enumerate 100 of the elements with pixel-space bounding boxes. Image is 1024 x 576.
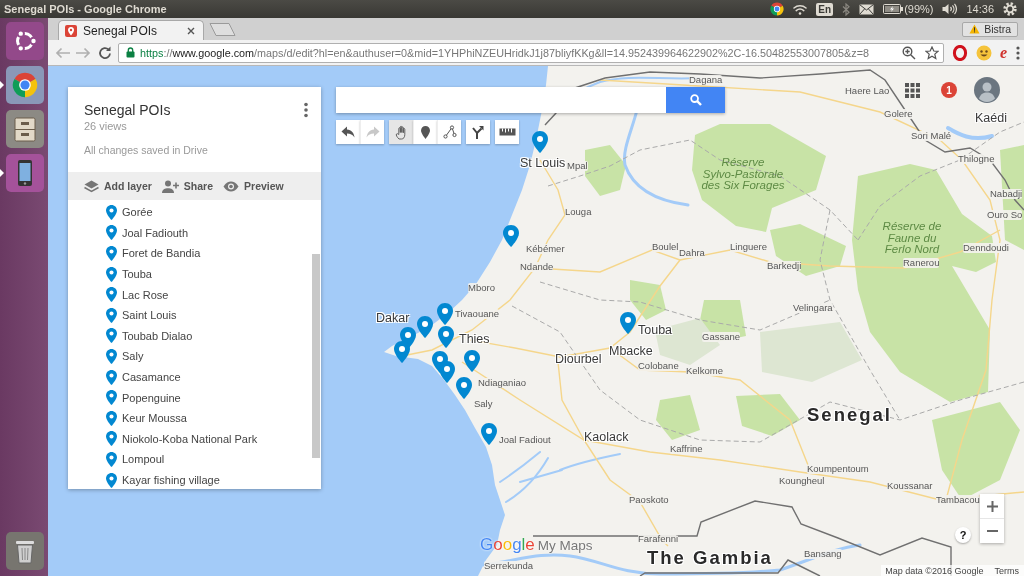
place-item[interactable]: Lac Rose [68,284,312,305]
envelope-icon[interactable] [859,3,875,15]
town-label: Golere [884,109,913,119]
terms-link[interactable]: Terms [994,565,1019,576]
view-count: 26 views [84,119,128,133]
map-pin-icon [106,266,117,282]
avatar-silhouette-icon[interactable] [974,77,1000,103]
town-label: Koungheul [779,476,825,486]
map-pin-icon [106,410,117,426]
reload-icon[interactable] [96,45,114,60]
place-item[interactable]: Popenguine [68,387,312,408]
marker-tool-button[interactable] [413,120,437,144]
more-options-icon[interactable] [303,102,309,118]
speaker-icon[interactable] [942,3,958,15]
map-pin-icon[interactable] [417,316,433,338]
place-item[interactable]: Toubab Dialao [68,325,312,347]
zoom-icon[interactable] [901,45,916,60]
bluetooth-icon[interactable] [842,2,851,16]
close-icon[interactable] [187,26,195,35]
share-button[interactable]: Share [161,179,214,193]
city-label: Dakar [376,311,410,325]
wifi-icon[interactable] [793,3,808,15]
apps-grid-icon[interactable] [905,82,920,98]
redo-icon [365,126,380,138]
map-pin-icon[interactable] [438,326,454,348]
map-pin-icon[interactable] [437,303,453,325]
place-item[interactable]: Saint Louis [68,304,312,326]
place-item[interactable]: Foret de Bandia [68,243,312,264]
town-label: Denndoudi [963,243,1009,253]
map-title[interactable]: Senegal POIs [84,101,171,119]
profile-button[interactable]: Bistra [962,21,1018,37]
preview-button[interactable]: Preview [223,180,284,192]
map-pin-icon[interactable] [464,350,480,372]
town-label: Tambacou [936,495,980,505]
place-item[interactable]: Niokolo-Koba National Park [68,428,312,450]
browser-logo-icon[interactable] [770,2,785,16]
map-pin-icon[interactable] [620,312,636,334]
search-field[interactable] [336,87,666,113]
hand-icon [394,124,408,140]
town-label: Dagana [689,75,723,85]
keyboard-layout-indicator[interactable]: En [816,2,834,16]
add-layer-button[interactable]: Add layer [84,179,152,193]
emoji-face-icon[interactable] [975,44,992,61]
map-pin-icon [106,204,117,220]
town-label: Ndiaganiao [478,378,527,388]
town-label: Kaffrine [670,444,703,454]
phone-icon[interactable] [6,154,44,192]
map-attribution: Map data ©2016 Google [885,565,984,576]
polyline-icon [442,125,457,139]
city-label: Kaolack [584,430,629,444]
hand-tool-button[interactable] [389,120,413,144]
star-icon[interactable] [924,45,939,60]
place-item[interactable]: Kayar fishing village [68,469,312,489]
map-pin-icon[interactable] [456,377,472,399]
town-label: Kelkome [686,366,723,376]
route-tool-button[interactable] [466,120,490,144]
place-item[interactable]: Keur Moussa [68,407,312,429]
zoom-out-button[interactable] [980,518,1004,543]
place-item[interactable]: Joal Fadiouth [68,222,312,244]
ring-logo-icon[interactable] [6,22,44,60]
trash-icon[interactable] [6,532,44,570]
town-label: Joal Fadiout [499,435,551,445]
town-label: Colobane [638,361,679,371]
country-label: The Gambia [647,548,773,567]
map-pin-icon [106,451,117,467]
place-item[interactable]: Gorée [68,202,312,223]
map-pin-icon[interactable] [481,423,497,445]
extension-button[interactable]: e [999,44,1007,61]
undo-button[interactable] [336,120,360,144]
map-pin-icon[interactable] [394,341,410,363]
place-item[interactable]: Saly [68,346,312,367]
reserve-label: Réserve Sylvo-Pastorale des Six Forages [701,157,785,192]
browser-tab[interactable]: Senegal POIs [58,20,204,40]
scrollbar-thumb[interactable] [312,254,320,458]
search-button[interactable] [666,87,725,113]
place-item[interactable]: Casamance [68,366,312,388]
battery-icon[interactable] [883,4,904,14]
minus-icon [986,530,998,532]
map-pin-icon[interactable] [439,361,455,383]
file-cabinet-icon[interactable] [6,110,44,148]
ruler-icon [498,128,516,136]
city-label: Mbacke [609,344,653,358]
town-label: Kébémer [526,244,565,254]
address-bar[interactable]: https://www.google.com/maps/d/edit?hl=en&authuser=0&mid=1YHPhiNZEUHridkJ1j87bliyfKKg&ll=14.952439964622902%2C-16.50482553007805&z=8 [118,42,944,63]
place-item[interactable]: Touba [68,263,312,285]
place-item[interactable]: Lompoul [68,449,312,470]
line-tool-button[interactable] [437,120,461,144]
country-label: Senegal [807,405,892,424]
menu-icon[interactable] [1016,45,1020,60]
town-label: Velingara [793,303,833,313]
marker-icon [421,125,430,139]
ruler-tool-button[interactable] [495,120,519,144]
map-pin-icon[interactable] [532,131,548,153]
zoom-in-button[interactable] [980,494,1004,518]
ring-icon[interactable] [951,44,968,61]
clock[interactable]: 14:36 [966,3,994,15]
gear-icon[interactable] [1003,2,1017,16]
city-label: Diourbel [555,352,602,366]
map-pin-icon [106,390,117,406]
map-pin-icon[interactable] [503,225,519,247]
